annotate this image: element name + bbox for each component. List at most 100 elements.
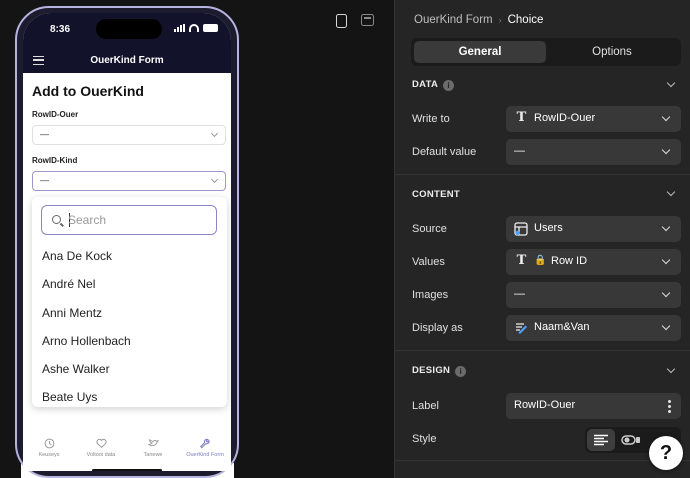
home-indicator bbox=[92, 469, 162, 471]
chevron-down-icon[interactable] bbox=[666, 78, 676, 88]
lock-icon: 🔒 bbox=[534, 255, 547, 266]
chevron-down-icon[interactable] bbox=[666, 364, 676, 374]
field-label-rowid-ouer: RowID-Ouer bbox=[32, 110, 79, 119]
align-left-icon bbox=[594, 434, 608, 446]
app-title: OuerKind Form bbox=[90, 55, 164, 66]
dynamic-island bbox=[96, 19, 162, 39]
bottom-tab-bar: Keuseys Voltooi data Tanewe OuerKind For… bbox=[23, 433, 231, 471]
form-body: Add to OuerKind RowID-Ouer — RowID-Kind … bbox=[23, 73, 231, 471]
tab-label: Keuseys bbox=[38, 452, 60, 458]
label-input[interactable]: RowID-Ouer bbox=[506, 393, 681, 419]
label-field-label: Label bbox=[412, 400, 439, 412]
search-input[interactable] bbox=[68, 211, 208, 229]
style-label: Style bbox=[412, 433, 437, 445]
source-label: Source bbox=[412, 223, 447, 235]
select-rowid-kind[interactable]: — bbox=[32, 171, 226, 191]
images-select[interactable]: — bbox=[506, 282, 681, 308]
section-title: DESIGN bbox=[412, 365, 451, 376]
select-value: — bbox=[40, 129, 49, 139]
info-icon[interactable]: i bbox=[455, 366, 467, 377]
app-root: 8:36 OuerKind Form Add to OuerKind RowID… bbox=[0, 0, 690, 478]
status-bar: 8:36 bbox=[23, 13, 231, 49]
tab-label: OuerKind Form bbox=[186, 452, 224, 458]
properties-panel: OuerKind Form › Choice General Options DAT… bbox=[394, 0, 690, 478]
select-value: Row ID bbox=[551, 255, 588, 267]
tab-tanewe[interactable]: Tanewe bbox=[127, 433, 179, 471]
text-type-icon: T bbox=[516, 253, 527, 268]
section-data-header[interactable]: DATA i bbox=[412, 79, 455, 91]
tab-options[interactable]: Options bbox=[546, 41, 678, 63]
select-value: — bbox=[514, 145, 525, 157]
input-value: RowID-Ouer bbox=[514, 399, 576, 411]
select-value: Users bbox=[534, 222, 563, 234]
select-value: — bbox=[514, 288, 525, 300]
values-label: Values bbox=[412, 256, 445, 268]
tablet-icon[interactable] bbox=[361, 14, 374, 26]
help-button[interactable]: ? bbox=[649, 436, 683, 470]
search-icon bbox=[52, 215, 61, 224]
dropdown-option[interactable]: Ana De Kock bbox=[42, 249, 112, 263]
select-value: — bbox=[40, 175, 49, 185]
chevron-down-icon bbox=[661, 112, 671, 122]
chevron-down-icon bbox=[661, 145, 671, 155]
info-icon[interactable]: i bbox=[443, 80, 455, 91]
select-rowid-ouer[interactable]: — bbox=[32, 125, 226, 145]
table-icon bbox=[514, 222, 528, 236]
bird-icon bbox=[147, 438, 159, 447]
select-value: RowID-Ouer bbox=[534, 112, 596, 124]
breadcrumb-current: Choice bbox=[507, 14, 544, 26]
chevron-down-icon bbox=[661, 222, 671, 232]
tab-keuseys[interactable]: Keuseys bbox=[23, 433, 75, 471]
section-content-header[interactable]: CONTENT bbox=[412, 189, 460, 200]
status-icons bbox=[174, 24, 218, 32]
signal-icon bbox=[174, 24, 185, 32]
dropdown-option[interactable]: Arno Hollenbach bbox=[42, 334, 131, 348]
dropdown-option[interactable]: Ashe Walker bbox=[42, 362, 110, 376]
phone-icon[interactable] bbox=[336, 14, 347, 28]
section-divider bbox=[395, 460, 690, 461]
device-switcher bbox=[336, 14, 374, 28]
write-to-label: Write to bbox=[412, 113, 450, 125]
source-select[interactable]: Users bbox=[506, 216, 681, 242]
section-divider bbox=[395, 174, 690, 175]
dropdown-option[interactable]: André Nel bbox=[42, 277, 95, 291]
breadcrumb: OuerKind Form › Choice bbox=[414, 14, 543, 26]
field-label-rowid-kind: RowID-Kind bbox=[32, 156, 78, 165]
dropdown-option[interactable]: Anni Mentz bbox=[42, 306, 102, 320]
images-label: Images bbox=[412, 289, 449, 301]
default-value-label: Default value bbox=[412, 146, 477, 158]
write-to-select[interactable]: T RowID-Ouer bbox=[506, 106, 681, 132]
section-divider bbox=[395, 350, 690, 351]
values-select[interactable]: T 🔒 Row ID bbox=[506, 249, 681, 275]
breadcrumb-parent[interactable]: OuerKind Form bbox=[414, 14, 493, 26]
display-as-select[interactable]: Naam&Van bbox=[506, 315, 681, 341]
display-as-label: Display as bbox=[412, 322, 463, 334]
phone-frame: 8:36 OuerKind Form Add to OuerKind RowID… bbox=[15, 6, 239, 478]
section-design-header[interactable]: DESIGN i bbox=[412, 365, 467, 377]
default-value-select[interactable]: — bbox=[506, 139, 681, 165]
chevron-down-icon bbox=[661, 288, 671, 298]
tab-ouerkind-form[interactable]: OuerKind Form bbox=[179, 433, 231, 471]
style-option-chips[interactable] bbox=[617, 429, 645, 451]
more-options-icon[interactable] bbox=[668, 399, 671, 413]
section-title: DATA bbox=[412, 79, 439, 90]
dropdown-search bbox=[41, 205, 217, 235]
tab-label: Voltooi data bbox=[86, 452, 116, 458]
panel-tabs: General Options bbox=[411, 38, 681, 66]
app-header: OuerKind Form bbox=[23, 49, 231, 73]
chevron-down-icon bbox=[661, 321, 671, 331]
chevron-down-icon bbox=[661, 255, 671, 265]
dropdown-option[interactable]: Beate Uys bbox=[42, 390, 97, 404]
wifi-icon bbox=[189, 24, 199, 32]
style-option-list[interactable] bbox=[587, 429, 615, 451]
battery-icon bbox=[203, 24, 218, 32]
tab-general[interactable]: General bbox=[414, 41, 546, 63]
chevron-down-icon bbox=[210, 129, 219, 138]
phone-screen: 8:36 OuerKind Form Add to OuerKind RowID… bbox=[23, 13, 231, 471]
status-time: 8:36 bbox=[50, 24, 71, 35]
chevron-right-icon: › bbox=[498, 15, 502, 25]
tab-voltooi-data[interactable]: Voltooi data bbox=[75, 433, 127, 471]
chevron-down-icon bbox=[210, 175, 219, 184]
chevron-down-icon[interactable] bbox=[666, 187, 676, 197]
text-type-icon: T bbox=[516, 110, 527, 125]
